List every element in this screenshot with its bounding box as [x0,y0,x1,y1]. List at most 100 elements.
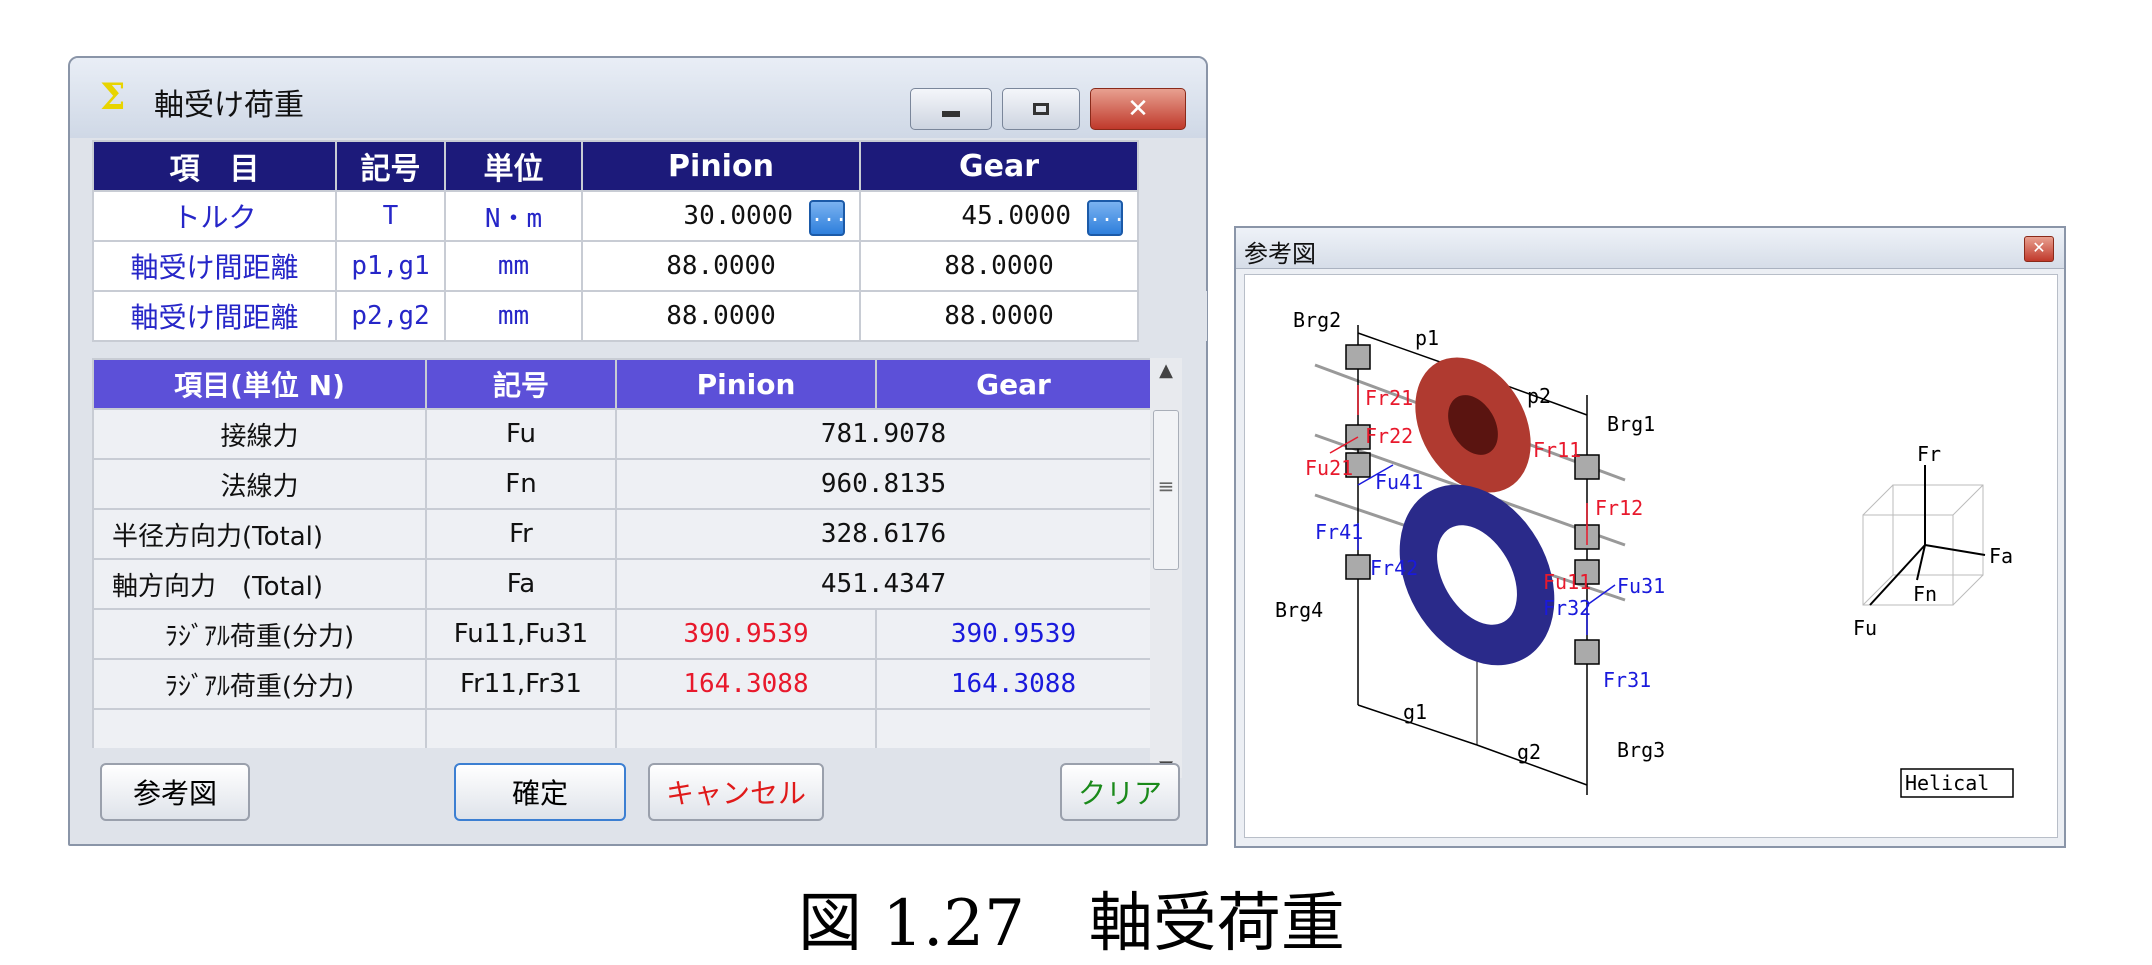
label-fu31: Fu31 [1617,574,1665,598]
figure-caption: 図 1.27 軸受荷重 [798,887,1345,961]
row-symbol: Fr [425,508,617,560]
results-scrollbar[interactable]: ▲ ≡ ▼ [1150,358,1182,778]
close-icon: ✕ [2032,238,2046,257]
input-table-header: 項 目 記号 単位 Pinion Gear [92,140,1207,192]
reference-close-button[interactable]: ✕ [2024,236,2054,262]
label-brg1: Brg1 [1607,412,1655,436]
header-item-unit: 項目(単位 N) [92,358,427,410]
row-label: 軸受け間距離 [92,240,337,292]
pinion-value: 390.9539 [615,608,877,660]
clear-button[interactable]: クリア [1060,763,1180,821]
label-fr11: Fr11 [1533,438,1581,462]
label-fr32: Fr32 [1543,596,1591,620]
label-p2: p2 [1527,384,1551,408]
label-fr41: Fr41 [1315,520,1363,544]
bearing-diagram: Brg2 p1 p2 Brg1 Fr21 Fr22 Fu21 Fu41 Fr41… [1275,308,2014,798]
maximize-button[interactable] [1002,88,1080,130]
reference-diagram-area: Brg2 p1 p2 Brg1 Fr21 Fr22 Fu21 Fu41 Fr41… [1244,274,2058,838]
table-row: 軸受け間距離 p2,g2 mm 88.0000 88.0000 [92,290,1207,342]
row-symbol: p2,g2 [335,290,446,342]
label-fr31: Fr31 [1603,668,1651,692]
label-brg4: Brg4 [1275,598,1323,622]
row-label: ﾗｼﾞｱﾙ荷重(分力) [92,658,427,710]
table-row: ﾗｼﾞｱﾙ荷重(分力) Fr11,Fr31 164.3088 164.3088 [92,658,1150,710]
row-symbol: Fu [425,408,617,460]
axis-label-fr: Fr [1917,442,1941,466]
gear-value: 390.9539 [875,608,1150,660]
label-g2: g2 [1517,740,1541,764]
bearing-brg4 [1345,554,1371,580]
bearing-brg2 [1345,344,1371,370]
bearing-brg3 [1574,639,1600,665]
row-unit: mm [444,240,583,292]
gear-distance-g1-input[interactable]: 88.0000 [859,240,1139,292]
row-label: 法線力 [92,458,427,510]
pinion-distance-p1-input[interactable]: 88.0000 [581,240,861,292]
gear-type-label: Helical [1905,771,1989,795]
gear-torque-cell[interactable]: 45.0000 ... [859,190,1139,242]
pinion-distance-p2-input[interactable]: 88.0000 [581,290,861,342]
row-value: 960.8135 [615,458,1150,510]
reference-figure-button[interactable]: 参考図 [100,763,250,821]
close-button[interactable]: ✕ [1090,88,1186,130]
row-value: 328.6176 [615,508,1150,560]
gear-torque-ellipsis-button[interactable]: ... [1087,200,1125,236]
scroll-up-icon[interactable]: ▲ [1150,360,1182,381]
title-bar: Σ 軸受け荷重 ✕ [70,58,1206,138]
header-gear: Gear [859,140,1139,192]
window-title: 軸受け荷重 [154,88,304,123]
label-fr42: Fr42 [1370,556,1418,580]
pinion-torque-cell[interactable]: 30.0000 ... [581,190,861,242]
table-row: トルク T N・m 30.0000 ... 45.0000 ... [92,190,1207,242]
axis-label-fa: Fa [1989,544,2013,568]
pinion-torque-ellipsis-button[interactable]: ... [809,200,847,236]
cancel-button[interactable]: キャンセル [648,763,824,821]
close-icon: ✕ [1127,94,1149,124]
label-fu21: Fu21 [1305,456,1353,480]
row-label: 軸受け間距離 [92,290,337,342]
row-label: 軸方向力 (Total) [92,558,427,610]
label-fr22: Fr22 [1365,424,1413,448]
pinion-torque-value: 30.0000 [683,201,793,231]
scrollbar-thumb[interactable]: ≡ [1153,410,1179,570]
row-symbol: T [335,190,446,242]
row-symbol: Fr11,Fr31 [425,658,617,710]
label-fr12: Fr12 [1595,496,1643,520]
results-table-viewport: 項目(単位 N) 記号 Pinion Gear 接線力 Fu 781.9078 … [92,358,1150,748]
label-fu11: Fu11 [1543,570,1591,594]
pinion-value: 164.3088 [615,658,877,710]
header-symbol: 記号 [335,140,446,192]
axis-label-fu: Fu [1853,616,1877,640]
row-unit: mm [444,290,583,342]
bearing-load-dialog: Σ 軸受け荷重 ✕ 項 目 記号 単位 Pinion Gear トルク T N・… [68,56,1208,846]
header-item: 項 目 [92,140,337,192]
row-label: 接線力 [92,408,427,460]
label-brg3: Brg3 [1617,738,1665,762]
results-table-header: 項目(単位 N) 記号 Pinion Gear [92,358,1150,410]
minimize-button[interactable] [910,88,992,130]
reference-figure-window: 参考図 ✕ Brg2 p1 p2 Brg1 Fr21 Fr22 Fu21 Fu4… [1234,226,2066,848]
table-row: 軸受け間距離 p1,g1 mm 88.0000 88.0000 [92,240,1207,292]
label-brg2: Brg2 [1293,308,1341,332]
maximize-icon [1033,103,1049,115]
row-value: 451.4347 [615,558,1150,610]
gear-distance-g2-input[interactable]: 88.0000 [859,290,1139,342]
label-fu41: Fu41 [1375,470,1423,494]
axis-label-fn: Fn [1913,582,1937,606]
table-row: 半径方向力(Total) Fr 328.6176 [92,508,1150,560]
header-gear: Gear [875,358,1150,410]
confirm-button[interactable]: 確定 [454,763,626,821]
input-table: 項 目 記号 単位 Pinion Gear トルク T N・m 30.0000 … [92,140,1208,342]
header-pinion: Pinion [615,358,877,410]
table-row: ﾗｼﾞｱﾙ荷重(分力) Fu11,Fu31 390.9539 390.9539 [92,608,1150,660]
results-table: 項目(単位 N) 記号 Pinion Gear 接線力 Fu 781.9078 … [92,358,1150,748]
label-fr21: Fr21 [1365,386,1413,410]
minimize-icon [942,111,960,117]
table-row: 法線力 Fn 960.8135 [92,458,1150,510]
row-value: 781.9078 [615,408,1150,460]
table-row-partial [92,708,1150,748]
gear-torque-value: 45.0000 [961,201,1071,231]
label-g1: g1 [1403,700,1427,724]
header-pinion: Pinion [581,140,861,192]
label-p1: p1 [1415,326,1439,350]
